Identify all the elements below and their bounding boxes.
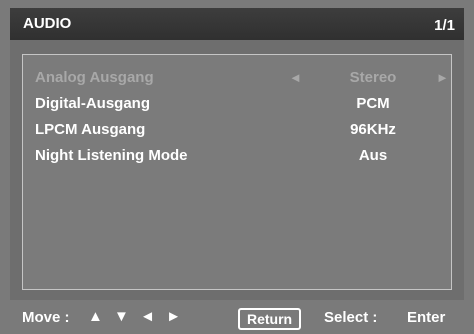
footer-hints: Move : ▲ ▼ ◄ ► Return Select : Enter <box>10 300 464 334</box>
page-indicator: 1/1 <box>434 17 455 34</box>
up-arrow-icon: ▲ <box>88 308 103 325</box>
return-button[interactable]: Return <box>238 308 302 330</box>
audio-menu-panel: Analog Ausgang ◄ Stereo ► Digital-Ausgan… <box>22 54 452 290</box>
right-arrow-icon[interactable]: ► <box>436 70 449 85</box>
move-icons: ▲ ▼ ◄ ► <box>88 308 188 325</box>
menu-item-lpcm-ausgang[interactable]: LPCM Ausgang 96KHz <box>23 117 451 141</box>
right-arrow-icon: ► <box>166 308 181 325</box>
menu-item-label: LPCM Ausgang <box>35 121 146 138</box>
audio-settings-screen: AUDIO 1/1 Analog Ausgang ◄ Stereo ► Digi… <box>0 0 474 334</box>
page-title: AUDIO <box>23 15 72 32</box>
menu-item-value: PCM <box>356 95 390 112</box>
menu-item-value: 96KHz <box>350 121 396 138</box>
menu-item-digital-ausgang[interactable]: Digital-Ausgang PCM <box>23 91 451 115</box>
menu-item-label: Night Listening Mode <box>35 147 188 164</box>
left-arrow-icon: ◄ <box>140 308 155 325</box>
menu-item-label: Digital-Ausgang <box>35 95 150 112</box>
down-arrow-icon: ▼ <box>114 308 129 325</box>
menu-item-analog-ausgang[interactable]: Analog Ausgang ◄ Stereo ► <box>23 65 451 89</box>
menu-item-night-listening-mode[interactable]: Night Listening Mode Aus <box>23 143 451 167</box>
menu-item-label: Analog Ausgang <box>35 69 154 86</box>
move-label: Move : <box>22 309 70 326</box>
enter-label: Enter <box>407 309 446 326</box>
select-label: Select : <box>324 309 378 326</box>
left-arrow-icon[interactable]: ◄ <box>289 70 302 85</box>
menu-item-value: Stereo <box>349 69 397 86</box>
header-bar: AUDIO 1/1 <box>10 8 464 40</box>
menu-item-value: Aus <box>358 147 388 164</box>
